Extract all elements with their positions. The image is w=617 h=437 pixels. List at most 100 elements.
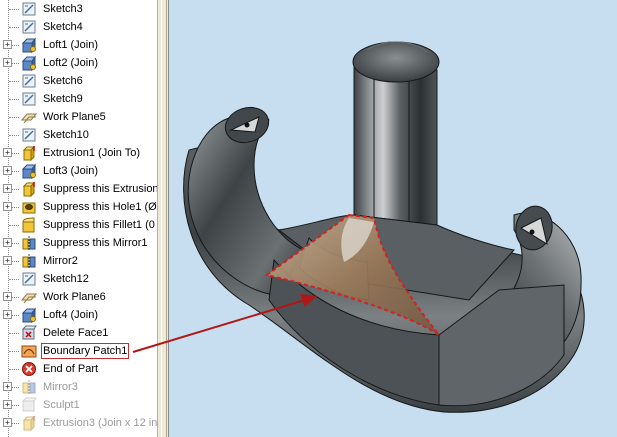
tree-item-label[interactable]: Boundary Patch1 — [40, 343, 130, 359]
expand-toggle[interactable]: + — [3, 256, 12, 265]
tree-branch-line — [9, 369, 19, 370]
tree-item[interactable]: Sketch3 — [0, 0, 157, 18]
tree-branch-line — [9, 333, 19, 334]
tree-item-label[interactable]: Work Plane6 — [42, 290, 107, 304]
expand-toggle[interactable]: + — [3, 238, 12, 247]
loft-icon — [21, 163, 36, 179]
tree-item-label[interactable]: End of Part — [42, 362, 99, 376]
sketch-icon — [22, 74, 36, 88]
tree-branch-line — [9, 225, 19, 226]
work-plane-icon — [21, 293, 37, 304]
extrusion-icon — [22, 181, 36, 197]
pane-splitter[interactable] — [157, 0, 169, 437]
expand-toggle[interactable]: + — [3, 310, 12, 319]
tree-item[interactable]: Sketch12 — [0, 270, 157, 288]
tree-item-label[interactable]: Loft1 (Join) — [42, 38, 99, 52]
tree-branch-line — [9, 351, 19, 352]
tree-item-label[interactable]: Mirror3 — [42, 380, 79, 394]
expand-toggle[interactable]: + — [3, 400, 12, 409]
tree-item-label[interactable]: Loft2 (Join) — [42, 56, 99, 70]
expand-toggle[interactable]: + — [3, 382, 12, 391]
tree-item[interactable]: + Suppress this Hole1 (Ø — [0, 198, 157, 216]
tree-item[interactable]: Delete Face1 — [0, 324, 157, 342]
loft-icon — [21, 37, 36, 53]
tree-item-label[interactable]: Sketch9 — [42, 92, 84, 106]
mirror-icon — [22, 380, 36, 394]
end-of-part-icon — [22, 362, 36, 376]
delete-face-icon — [21, 325, 37, 340]
tree-item[interactable]: + Loft3 (Join) — [0, 162, 157, 180]
boundary-patch-icon — [21, 345, 37, 358]
tree-item[interactable]: + Work Plane6 — [0, 288, 157, 306]
sketch-icon — [22, 272, 36, 286]
tree-branch-line — [9, 9, 19, 10]
tree-item[interactable]: End of Part — [0, 360, 157, 378]
expand-toggle[interactable]: + — [3, 40, 12, 49]
tree-item-label[interactable]: Loft3 (Join) — [42, 164, 99, 178]
tree-item-label[interactable]: Sketch10 — [42, 128, 90, 142]
tree-item[interactable]: + Extrusion3 (Join x 12 in — [0, 414, 157, 432]
expand-toggle[interactable]: + — [3, 58, 12, 67]
mirror-icon — [22, 236, 36, 250]
tree-branch-line — [9, 135, 19, 136]
tree-item[interactable]: + Loft4 (Join) — [0, 306, 157, 324]
expand-toggle[interactable]: + — [3, 184, 12, 193]
shaft-top-face[interactable] — [352, 41, 440, 83]
right-arm-hole — [529, 229, 535, 235]
left-arm-hole — [244, 122, 250, 128]
tree-item[interactable]: + Sculpt1 — [0, 396, 157, 414]
tree-item-label[interactable]: Loft4 (Join) — [42, 308, 99, 322]
tree-item-label[interactable]: Suppress this Mirror1 — [42, 236, 149, 250]
sculpt-icon — [21, 397, 37, 412]
tree-item[interactable]: Suppress this Fillet1 (0 — [0, 216, 157, 234]
sketch-icon — [22, 92, 36, 106]
tree-item-label[interactable]: Extrusion3 (Join x 12 in — [42, 416, 157, 430]
tree-branch-line — [9, 279, 19, 280]
sketch-icon — [22, 2, 36, 16]
tree-branch-line — [9, 99, 19, 100]
tree-item[interactable]: + Mirror3 — [0, 378, 157, 396]
tree-item[interactable]: + Mirror2 — [0, 252, 157, 270]
graphics-viewport[interactable] — [169, 0, 617, 437]
tree-item[interactable]: Sketch10 — [0, 126, 157, 144]
tree-item-label[interactable]: Suppress this Hole1 (Ø — [42, 200, 157, 214]
expand-toggle[interactable]: + — [3, 202, 12, 211]
tree-item-label[interactable]: Mirror2 — [42, 254, 79, 268]
tree-item[interactable]: Sketch6 — [0, 72, 157, 90]
tree-item-label[interactable]: Sketch12 — [42, 272, 90, 286]
expand-toggle[interactable]: + — [3, 166, 12, 175]
sketch-icon — [22, 128, 36, 142]
tree-item-label[interactable]: Work Plane5 — [42, 110, 107, 124]
hook-shaft[interactable] — [353, 59, 438, 226]
tree-item[interactable]: + Suppress this Mirror1 — [0, 234, 157, 252]
splitter-grip[interactable] — [161, 0, 167, 437]
tree-item-label[interactable]: Extrusion1 (Join To) — [42, 146, 141, 160]
mirror-icon — [22, 254, 36, 268]
loft-icon — [21, 307, 36, 323]
tree-item[interactable]: Boundary Patch1 — [0, 342, 157, 360]
tree-item-label[interactable]: Sketch4 — [42, 20, 84, 34]
tree-item[interactable]: + Extrusion1 (Join To) — [0, 144, 157, 162]
expand-toggle[interactable]: + — [3, 292, 12, 301]
tree-item-label[interactable]: Delete Face1 — [42, 326, 109, 340]
tree-item[interactable]: + Suppress this Extrusion — [0, 180, 157, 198]
expand-toggle[interactable]: + — [3, 148, 12, 157]
tree-item-label[interactable]: Suppress this Fillet1 (0 — [42, 218, 156, 232]
tree-item[interactable]: + Loft2 (Join) — [0, 54, 157, 72]
extrusion-icon — [22, 415, 36, 431]
extrusion-icon — [22, 145, 36, 161]
tree-item[interactable]: Work Plane5 — [0, 108, 157, 126]
fillet-icon — [22, 217, 35, 233]
expand-toggle[interactable]: + — [3, 418, 12, 427]
tree-item[interactable]: Sketch9 — [0, 90, 157, 108]
tree-item-label[interactable]: Suppress this Extrusion — [42, 182, 157, 196]
model-browser-tree: Sketch3 Sketch4 + Loft1 (Join) + Loft2 (Join)… — [0, 0, 157, 437]
tree-branch-line — [9, 117, 19, 118]
tree-item[interactable]: + Loft1 (Join) — [0, 36, 157, 54]
tree-item-label[interactable]: Sketch6 — [42, 74, 84, 88]
tree-item-label[interactable]: Sculpt1 — [42, 398, 81, 412]
tree-item[interactable]: Sketch4 — [0, 18, 157, 36]
sketch-icon — [22, 20, 36, 34]
hook-model-3d[interactable] — [169, 0, 617, 437]
tree-item-label[interactable]: Sketch3 — [42, 2, 84, 16]
